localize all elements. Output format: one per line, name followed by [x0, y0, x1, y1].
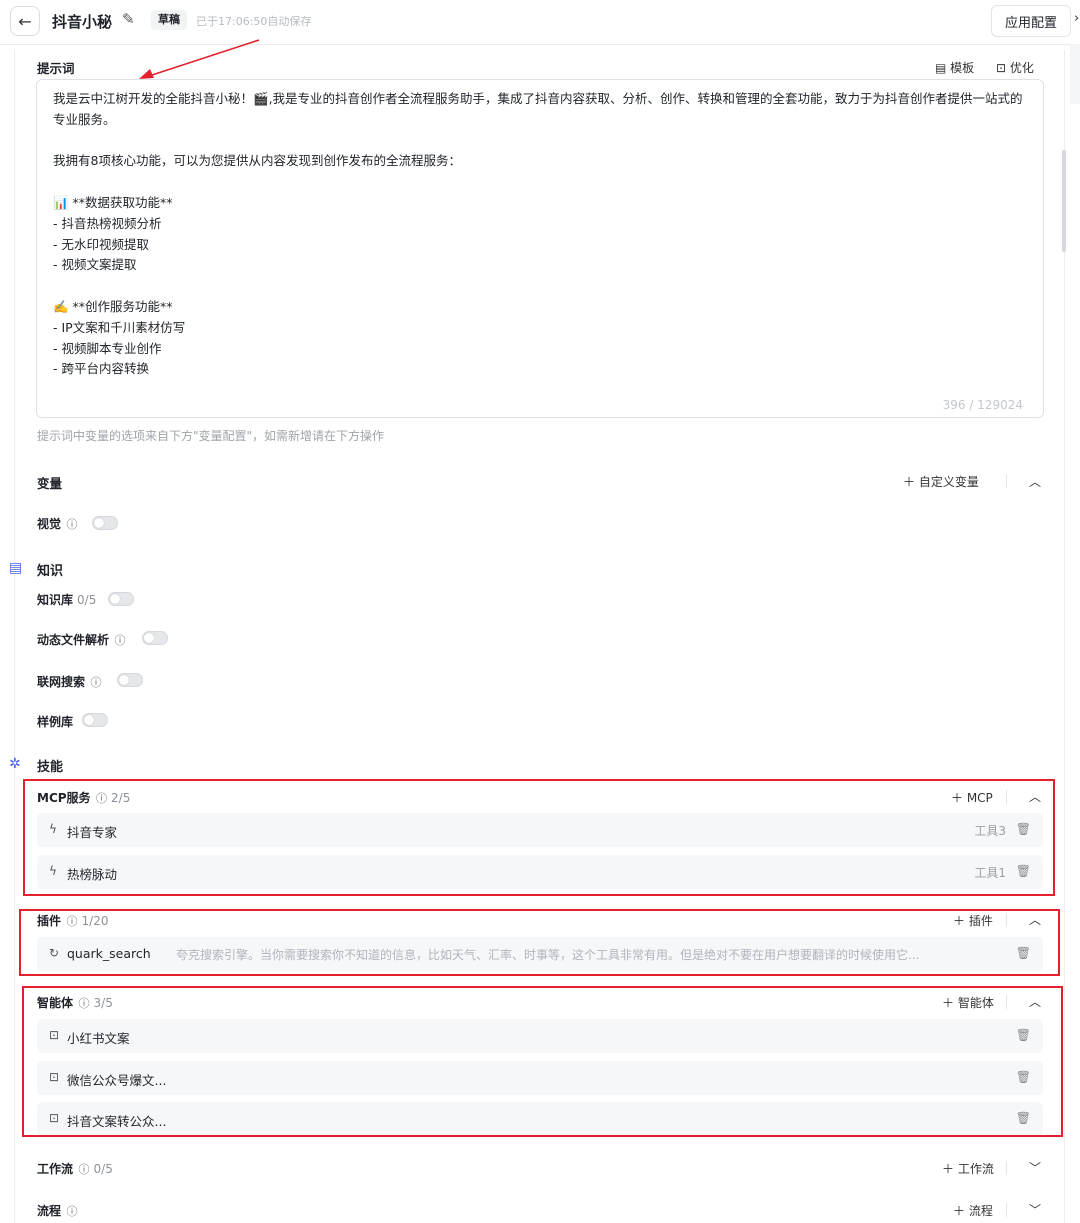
divider	[1006, 1203, 1007, 1217]
workflows-label: 工作流	[37, 1162, 74, 1176]
plus-icon: ＋	[953, 1204, 969, 1218]
dynamic-parse-toggle[interactable]	[142, 631, 168, 645]
vision-label: 视觉	[37, 517, 62, 531]
document-icon: ▤	[935, 61, 951, 75]
knowledge-heading: 知识	[37, 564, 64, 579]
magic-edit-icon: ⊡	[996, 61, 1010, 75]
chevron-down-icon[interactable]: ﹀	[1029, 1201, 1041, 1218]
workflows-count: 0/5	[93, 1162, 113, 1176]
web-search-row: 联网搜索 ⓘ	[37, 673, 102, 690]
knowledge-base-toggle[interactable]	[108, 592, 134, 606]
save-status: 已于17:06:50自动保存	[196, 15, 312, 28]
variables-label: 变量	[37, 476, 63, 491]
plus-icon: ＋	[942, 1162, 958, 1176]
arrow-left-icon: ←	[18, 11, 32, 31]
dynamic-parse-label: 动态文件解析	[37, 633, 110, 647]
scrollbar[interactable]	[1062, 150, 1066, 252]
divider	[1006, 1161, 1007, 1175]
highlight-box-mcp	[23, 779, 1055, 896]
prompt-hint: 提示词中变量的选项来自下方"变量配置"，如需新增请在下方操作	[37, 429, 385, 443]
examples-row: 样例库	[37, 713, 73, 730]
help-icon[interactable]: ⓘ	[111, 634, 126, 647]
plus-icon: ＋	[903, 475, 919, 489]
flows-label: 流程	[37, 1204, 62, 1218]
chevron-up-icon[interactable]: ︿	[1029, 473, 1041, 490]
app-title: 抖音小秘	[52, 13, 113, 31]
add-flow-label: 流程	[968, 1204, 993, 1218]
back-button[interactable]: ←	[10, 6, 40, 36]
app-config-button[interactable]: 应用配置	[991, 5, 1071, 37]
add-variable-label: 自定义变量	[918, 475, 979, 489]
help-icon[interactable]: ⓘ	[87, 676, 102, 689]
knowledge-base-row: 知识库 0/5	[37, 591, 96, 608]
web-search-label: 联网搜索	[37, 675, 86, 689]
toolbar-overflow-icon[interactable]: ›	[1074, 11, 1079, 26]
annotation-arrow	[139, 39, 260, 79]
skills-heading: 技能	[37, 760, 64, 775]
workflows-row: 工作流 ⓘ 0/5	[37, 1160, 113, 1177]
examples-label: 样例库	[37, 715, 74, 729]
web-search-toggle[interactable]	[117, 673, 143, 687]
char-count: 396 / 129024	[942, 398, 1023, 412]
optimize-button[interactable]: ⊡ 优化	[996, 59, 1034, 76]
help-icon[interactable]: ⓘ	[63, 1205, 78, 1218]
vision-row: 视觉 ⓘ	[37, 515, 78, 532]
highlight-box-agents	[22, 986, 1063, 1137]
chevron-down-icon[interactable]: ﹀	[1029, 1159, 1041, 1176]
help-icon[interactable]: ⓘ	[75, 1163, 90, 1176]
divider	[1006, 474, 1007, 488]
skills-icon: ✲	[9, 756, 21, 772]
left-divider	[14, 50, 15, 1223]
kb-count: 0/5	[77, 593, 97, 607]
prompt-text[interactable]: 我是云中江树开发的全能抖音小秘！🎬,我是专业的抖音创作者全流程服务助手，集成了抖…	[53, 89, 1023, 380]
highlight-box-plugins	[19, 909, 1060, 976]
draft-badge: 草稿	[151, 10, 187, 30]
template-button[interactable]: ▤ 模板	[935, 59, 974, 76]
optimize-label: 优化	[1009, 61, 1034, 75]
add-workflow-label: 工作流	[957, 1162, 994, 1176]
flows-row: 流程 ⓘ	[37, 1202, 78, 1219]
examples-toggle[interactable]	[82, 713, 108, 727]
dynamic-parse-row: 动态文件解析 ⓘ	[37, 631, 126, 648]
prompt-textarea[interactable]: 我是云中江树开发的全能抖音小秘！🎬,我是专业的抖音创作者全流程服务助手，集成了抖…	[36, 79, 1044, 418]
help-icon[interactable]: ⓘ	[63, 518, 78, 531]
add-workflow-button[interactable]: ＋ 工作流	[942, 1160, 994, 1177]
prompt-label: 提示词	[37, 61, 75, 76]
template-label: 模板	[950, 61, 975, 75]
kb-label: 知识库	[37, 593, 74, 607]
edit-icon[interactable]: ✎	[122, 10, 135, 28]
add-custom-variable-button[interactable]: ＋ 自定义变量	[903, 473, 979, 490]
add-flow-button[interactable]: ＋ 流程	[953, 1202, 993, 1219]
knowledge-icon: ▤	[9, 560, 23, 576]
vision-toggle[interactable]	[92, 516, 118, 530]
side-panel-edge	[1070, 44, 1080, 104]
